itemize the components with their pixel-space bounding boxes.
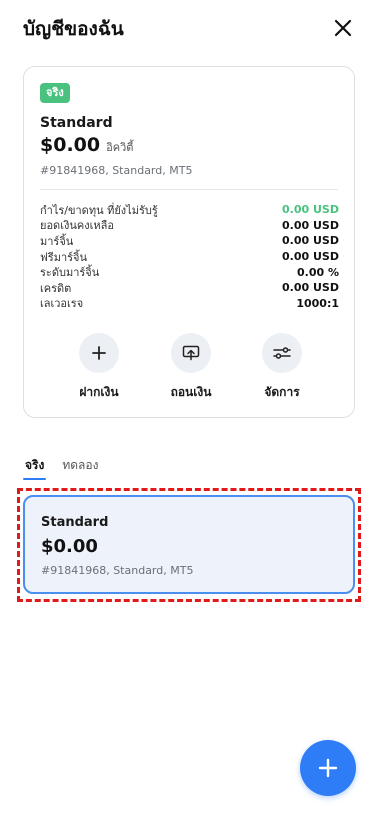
deposit-label: ฝากเงิน [79, 385, 119, 399]
stat-value: 0.00 USD [282, 281, 339, 295]
stat-row: ยอดเงินคงเหลือ 0.00 USD [40, 218, 339, 234]
tab-demo[interactable]: ทดลอง [60, 454, 100, 480]
deposit-button[interactable]: ฝากเงิน [59, 333, 139, 402]
stat-value: 0.00 USD [282, 218, 339, 232]
withdraw-button[interactable]: ถอนเงิน [151, 333, 231, 402]
manage-icon-circle [262, 333, 302, 373]
divider [40, 189, 338, 190]
account-type-badge: จริง [40, 83, 70, 103]
account-name: Standard [40, 115, 113, 131]
close-icon [334, 19, 352, 37]
page-title: บัญชีของฉัน [23, 18, 124, 40]
account-item-meta: #91841968, Standard, MT5 [41, 564, 194, 577]
account-summary-card: จริง Standard $0.00 อิควิตี้ #91841968, … [23, 66, 355, 418]
account-actions: ฝากเงิน ถอนเงิน จัดการ [24, 333, 356, 403]
header: บัญชีของฉัน [0, 0, 378, 56]
withdraw-icon-circle [171, 333, 211, 373]
account-item-balance: $0.00 [41, 536, 98, 557]
stat-row: เลเวอเรจ 1000:1 [40, 296, 339, 312]
add-account-button[interactable] [300, 740, 356, 796]
stat-value: 0.00 % [297, 265, 339, 279]
stat-value: 0.00 USD [282, 250, 339, 264]
stat-value: 0.00 USD [282, 234, 339, 248]
account-item-name: Standard [41, 515, 109, 530]
plus-icon [318, 758, 338, 778]
account-meta: #91841968, Standard, MT5 [40, 164, 193, 177]
stat-row: เครดิต 0.00 USD [40, 280, 339, 296]
withdraw-icon [182, 345, 200, 361]
sliders-icon [273, 347, 291, 359]
stat-row: มาร์จิ้น 0.00 USD [40, 233, 339, 249]
stat-value: 1000:1 [296, 296, 339, 310]
deposit-icon-circle [79, 333, 119, 373]
account-tabs: จริง ทดลอง [23, 454, 100, 480]
stat-row: ระดับมาร์จิ้น 0.00 % [40, 264, 339, 280]
manage-button[interactable]: จัดการ [242, 333, 322, 402]
withdraw-label: ถอนเงิน [170, 385, 212, 399]
stat-row: กำไร/ขาดทุน ที่ยังไม่รับรู้ 0.00 USD [40, 202, 339, 218]
stat-row: ฟรีมาร์จิ้น 0.00 USD [40, 249, 339, 265]
account-stats: กำไร/ขาดทุน ที่ยังไม่รับรู้ 0.00 USD ยอด… [40, 202, 339, 311]
stat-value: 0.00 USD [282, 203, 339, 217]
accounts-page: บัญชีของฉัน จริง Standard $0.00 อิควิตี้… [0, 0, 378, 819]
account-balance: $0.00 [40, 134, 101, 156]
account-balance-row: $0.00 อิควิตี้ [40, 134, 133, 156]
balance-suffix: อิควิตี้ [106, 141, 134, 154]
plus-icon [92, 346, 106, 360]
stat-label: เลเวอเรจ [40, 297, 84, 311]
close-button[interactable] [331, 16, 355, 40]
tab-real[interactable]: จริง [23, 454, 47, 480]
account-list-item[interactable]: Standard $0.00 #91841968, Standard, MT5 [23, 495, 355, 594]
manage-label: จัดการ [264, 385, 300, 399]
